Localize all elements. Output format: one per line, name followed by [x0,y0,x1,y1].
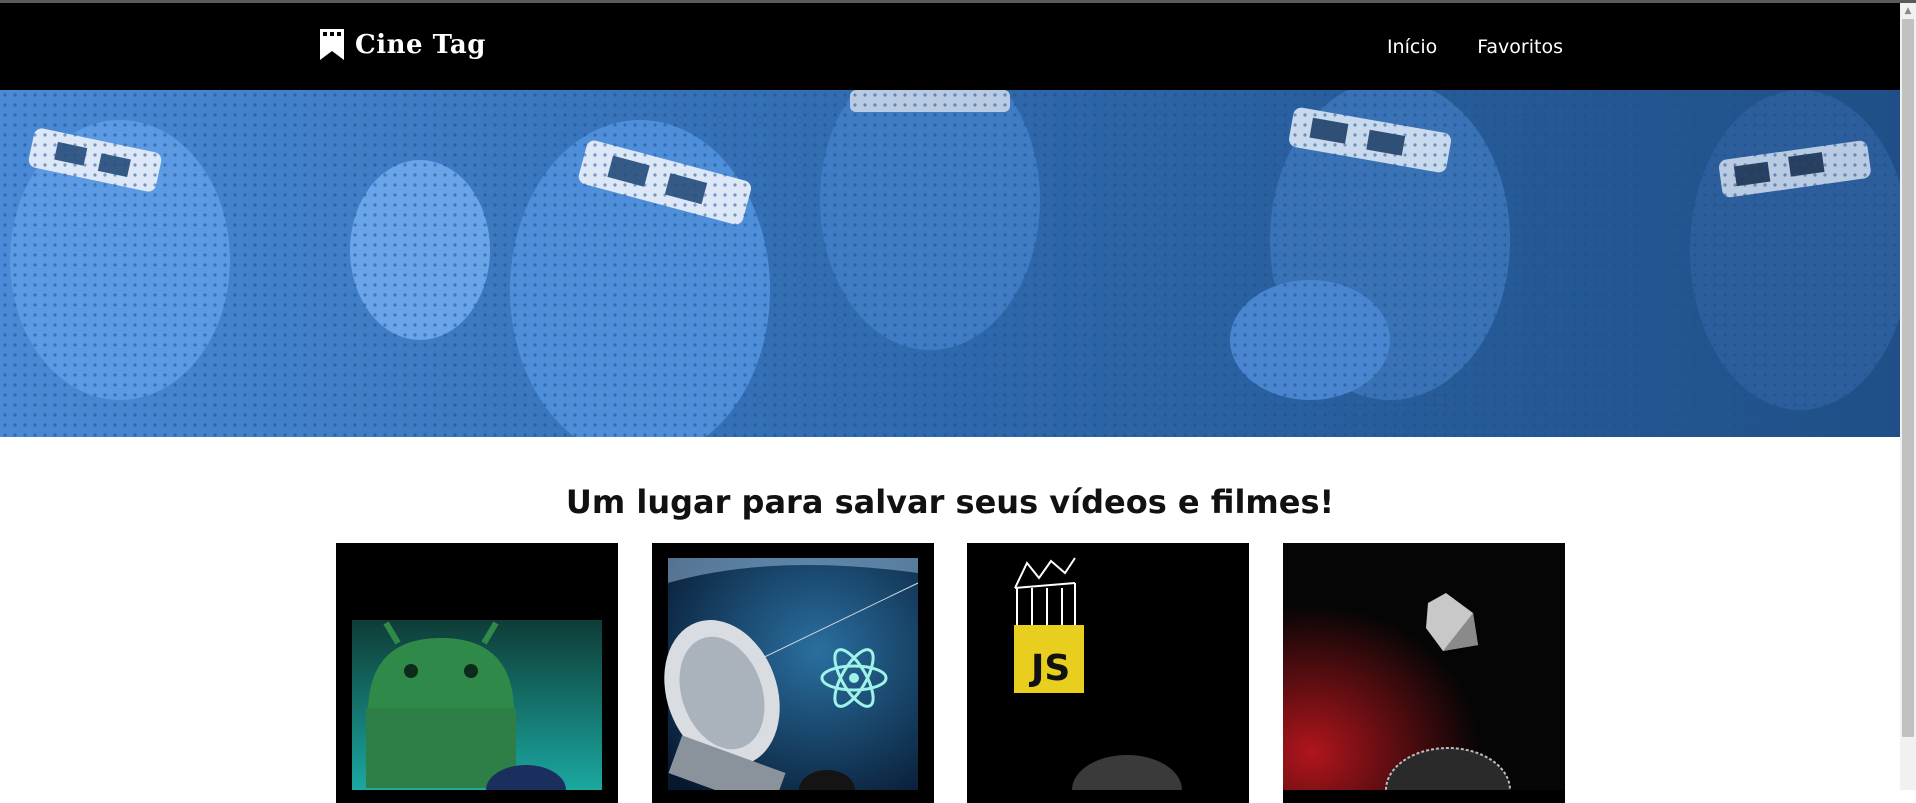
react-satellite-video-thumbnail [664,558,919,790]
bookmark-film-icon [320,29,344,60]
nav-link-inicio[interactable]: Início [1387,36,1437,58]
hero-banner [0,90,1900,437]
js-logo-text: JS [1031,648,1071,689]
android-mascot-video-thumbnail [352,620,602,790]
dart-logo-video-thumbnail [1283,543,1565,790]
banner-image [0,90,1900,437]
video-card[interactable] [652,543,934,803]
video-card[interactable] [336,543,618,803]
vertical-scrollbar[interactable]: ▲ [1900,3,1916,790]
scrollbar-thumb[interactable] [1902,19,1914,737]
page-title: Um lugar para salvar seus vídeos e filme… [565,483,1335,522]
video-card[interactable] [1283,543,1565,803]
video-card[interactable]: JS [967,543,1249,803]
main-nav: Início Favoritos [1387,36,1563,58]
logo[interactable]: Cine Tag [319,28,486,61]
javascript-logo-video-thumbnail [967,543,1249,790]
nav-link-favoritos[interactable]: Favoritos [1477,36,1563,58]
site-header: Cine Tag Início Favoritos [0,3,1900,90]
scroll-up-arrow-icon[interactable]: ▲ [1900,3,1916,19]
logo-text: Cine Tag [355,29,486,60]
